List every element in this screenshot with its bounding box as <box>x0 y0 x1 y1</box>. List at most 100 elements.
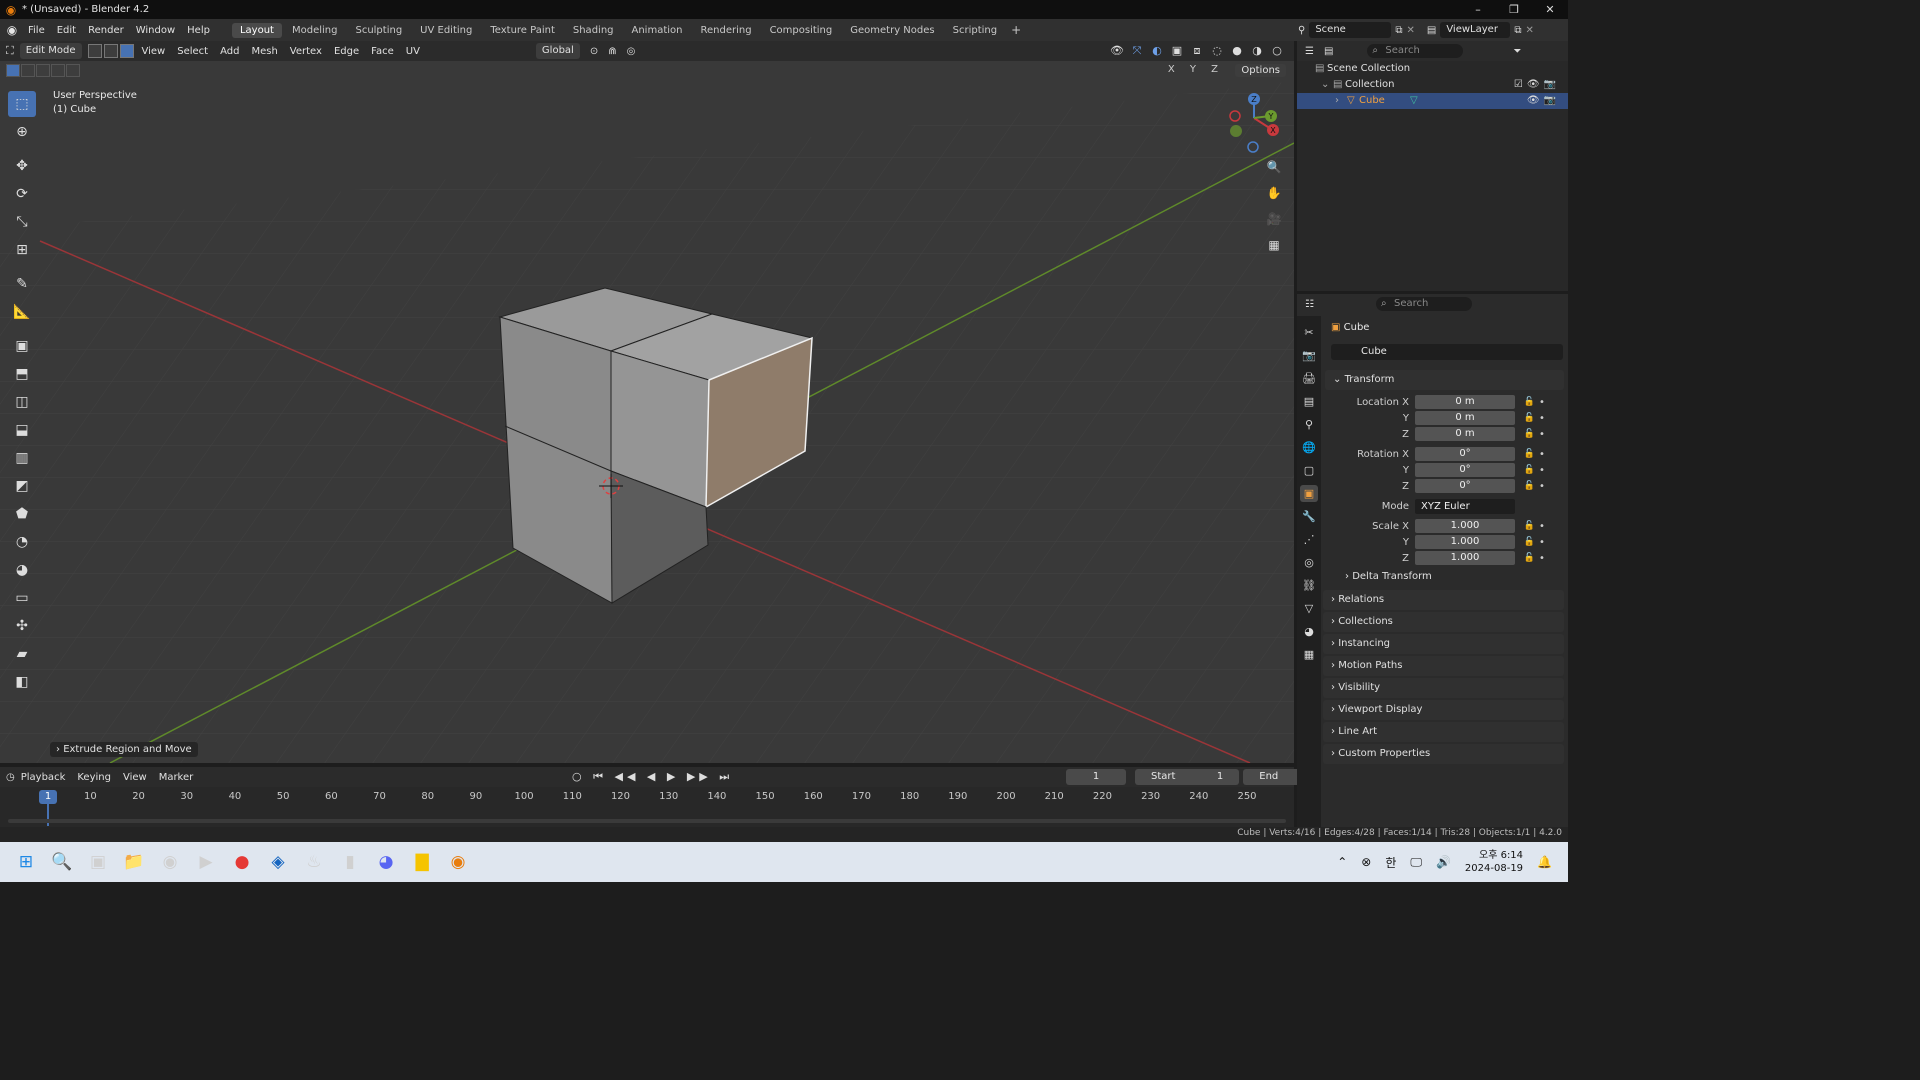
edge-select-icon[interactable] <box>103 44 118 58</box>
menu-vertex[interactable]: Vertex <box>284 46 328 57</box>
camera-view-icon[interactable]: 🎥 <box>1264 209 1284 229</box>
menu-timeline-view[interactable]: View <box>117 772 153 783</box>
select-box-icon[interactable]: ⬚ <box>8 91 36 117</box>
menu-file[interactable]: File <box>22 25 51 36</box>
kakaotalk-icon[interactable]: ▇ <box>404 844 440 880</box>
select-new-icon[interactable] <box>6 64 20 77</box>
tab-geometry-nodes[interactable]: Geometry Nodes <box>842 23 942 38</box>
location-z-field[interactable]: 0 m <box>1415 427 1515 441</box>
scale-icon[interactable]: ⤡ <box>8 209 36 235</box>
transform-panel-header[interactable]: ⌄ Transform <box>1325 370 1564 390</box>
menu-keying[interactable]: Keying <box>71 772 117 783</box>
scale-z-field[interactable]: 1.000 <box>1415 551 1515 565</box>
snap-icon[interactable]: ⋒ <box>608 46 616 57</box>
clock[interactable]: 오후 6:14 2024-08-19 <box>1465 849 1523 875</box>
timeline-editor-icon[interactable]: ◷ <box>6 772 15 783</box>
scale-x-field[interactable]: 1.000 <box>1415 519 1515 533</box>
playback-controls[interactable]: ○ ⏮ ◀◀ ◀ ▶ ▶▶ ⏭ <box>572 770 733 784</box>
tab-shading[interactable]: Shading <box>565 23 622 38</box>
lock-icon[interactable]: 🔓 <box>1515 397 1535 407</box>
network-icon[interactable]: 🖵 <box>1410 855 1422 870</box>
knife-icon[interactable]: ◩ <box>8 473 36 499</box>
keyframe-dot-icon[interactable]: • <box>1535 537 1549 548</box>
epic-games-icon[interactable]: ▮ <box>332 844 368 880</box>
data-tab-icon[interactable]: ▽ <box>1300 600 1318 617</box>
tab-modeling[interactable]: Modeling <box>284 23 346 38</box>
proportional-edit-icon[interactable]: ◎ <box>627 46 636 57</box>
outliner-editor-icon[interactable]: ☰ <box>1305 46 1314 57</box>
chevron-up-icon[interactable]: ⌃ <box>1337 855 1347 869</box>
keyframe-dot-icon[interactable]: • <box>1535 397 1549 408</box>
add-cube-icon[interactable]: ▣ <box>8 333 36 359</box>
pan-hand-icon[interactable]: ✋ <box>1264 183 1284 203</box>
pivot-point-icon[interactable]: ⊙ <box>590 46 598 57</box>
collection-tab-icon[interactable]: ▢ <box>1300 462 1318 479</box>
move-icon[interactable]: ✥ <box>8 153 36 179</box>
loop-cut-icon[interactable]: ▥ <box>8 445 36 471</box>
mesh-edit-overlay-icon[interactable]: ▣ <box>1170 44 1184 58</box>
scene-selector[interactable]: Scene <box>1309 22 1392 38</box>
editor-type-icon[interactable]: ⛶ <box>6 44 14 58</box>
menu-edit[interactable]: Edit <box>51 25 82 36</box>
inset-icon[interactable]: ◫ <box>8 389 36 415</box>
face-select-icon[interactable] <box>119 44 134 58</box>
menu-window[interactable]: Window <box>130 25 181 36</box>
lock-icon[interactable]: 🔓 <box>1515 465 1535 475</box>
material-tab-icon[interactable]: ◕ <box>1300 623 1318 640</box>
rotation-mode-dropdown[interactable]: XYZ Euler <box>1415 498 1515 514</box>
line-art-panel[interactable]: › Line Art <box>1323 722 1564 742</box>
poly-build-icon[interactable]: ⬟ <box>8 501 36 527</box>
tab-scripting[interactable]: Scripting <box>945 23 1005 38</box>
file-explorer-icon[interactable]: 📁 <box>116 844 152 880</box>
object-tab-icon[interactable]: ▣ <box>1300 485 1318 502</box>
edge-slide-icon[interactable]: ▭ <box>8 585 36 611</box>
viewport-display-panel[interactable]: › Viewport Display <box>1323 700 1564 720</box>
tab-animation[interactable]: Animation <box>624 23 691 38</box>
chrome-icon[interactable]: ◉ <box>152 844 188 880</box>
lock-icon[interactable]: 🔓 <box>1515 553 1535 563</box>
perspective-toggle-icon[interactable]: ▦ <box>1264 235 1284 255</box>
volume-icon[interactable]: 🔊 <box>1436 855 1451 869</box>
steam-icon[interactable]: ♨ <box>296 844 332 880</box>
menu-select[interactable]: Select <box>171 46 214 57</box>
collections-panel[interactable]: › Collections <box>1323 612 1564 632</box>
spin-icon[interactable]: ◔ <box>8 529 36 555</box>
physics-tab-icon[interactable]: ◎ <box>1300 554 1318 571</box>
cursor-icon[interactable]: ⊕ <box>8 119 36 145</box>
rotation-y-field[interactable]: 0° <box>1415 463 1515 477</box>
keyframe-dot-icon[interactable]: • <box>1535 553 1549 564</box>
extrude-icon[interactable]: ⬒ <box>8 361 36 387</box>
last-operator-panel[interactable]: › Extrude Region and Move <box>50 742 198 757</box>
relations-panel[interactable]: › Relations <box>1323 590 1564 610</box>
transform-orientation-selector[interactable]: Global <box>535 43 580 59</box>
timeline-scrollbar[interactable] <box>8 819 1286 823</box>
rotation-z-field[interactable]: 0° <box>1415 479 1515 493</box>
keyframe-dot-icon[interactable]: • <box>1535 429 1549 440</box>
new-scene-icon[interactable]: ⧉ <box>1395 25 1402 36</box>
render-tab-icon[interactable]: 📷 <box>1300 347 1318 364</box>
transform-icon[interactable]: ⊞ <box>8 237 36 263</box>
constraints-tab-icon[interactable]: ⛓ <box>1300 577 1318 594</box>
overlay-icon[interactable]: ◐ <box>1150 44 1164 58</box>
tool-tab-icon[interactable]: ✂ <box>1300 324 1318 341</box>
select-intersect-icon[interactable] <box>66 64 80 77</box>
rip-region-icon[interactable]: ◧ <box>8 669 36 695</box>
timeline-ruler[interactable]: 1 10 20 30 40 50 60 70 80 90 100 110 120 130 140 150 16… <box>0 787 1294 826</box>
wireframe-shading-icon[interactable]: ◌ <box>1210 44 1224 58</box>
outliner-row-scene-collection[interactable]: ▤ Scene Collection <box>1297 61 1568 77</box>
display-mode-icon[interactable]: ▤ <box>1324 46 1333 57</box>
menu-view[interactable]: View <box>136 46 172 57</box>
outliner-search-input[interactable]: ⌕ Search <box>1367 44 1464 58</box>
current-frame-field[interactable]: 1 <box>1066 769 1126 785</box>
rendered-shading-icon[interactable]: ○ <box>1270 44 1284 58</box>
motion-paths-panel[interactable]: › Motion Paths <box>1323 656 1564 676</box>
texture-tab-icon[interactable]: ▦ <box>1300 646 1318 663</box>
view-layer-tab-icon[interactable]: ▤ <box>1300 393 1318 410</box>
lock-icon[interactable]: 🔓 <box>1515 449 1535 459</box>
lock-icon[interactable]: 🔓 <box>1515 429 1535 439</box>
menu-help[interactable]: Help <box>181 25 216 36</box>
3d-viewport[interactable]: Z X Y X Y Z Options User Perspective (1)… <box>0 61 1294 763</box>
custom-properties-panel[interactable]: › Custom Properties <box>1323 744 1564 764</box>
windows-start-icon[interactable]: ⊞ <box>8 844 44 880</box>
menu-uv[interactable]: UV <box>400 46 426 57</box>
